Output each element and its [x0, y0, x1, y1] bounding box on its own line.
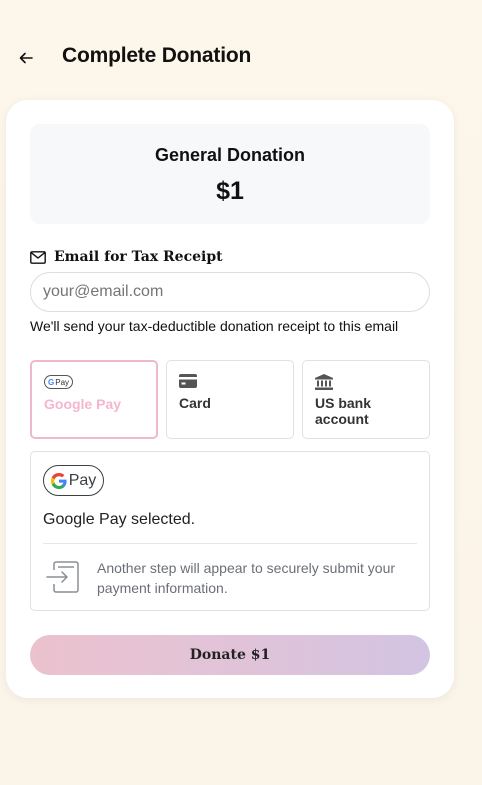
donation-amount: $1 [216, 177, 244, 205]
payment-methods: G Pay Google Pay Card US bank account [30, 360, 430, 439]
payment-method-card[interactable]: Card [166, 360, 294, 439]
email-field[interactable] [30, 272, 430, 312]
google-pay-badge-text: Pay [68, 471, 97, 489]
google-pay-panel: Pay Google Pay selected. Another step wi… [30, 451, 430, 611]
envelope-icon [30, 250, 46, 264]
email-label: Email for Tax Receipt [54, 249, 223, 265]
donation-type: General Donation [154, 145, 306, 165]
back-button[interactable] [14, 46, 38, 70]
donate-button[interactable]: Donate $1 [30, 635, 430, 675]
payment-method-label: US bank account [315, 395, 372, 427]
donation-card: General Donation $1 Email for Tax Receip… [6, 100, 454, 698]
bank-icon [315, 374, 333, 390]
payment-method-label: Google Pay [44, 396, 122, 412]
header: Complete Donation [0, 0, 482, 116]
page-title: Complete Donation [62, 44, 252, 67]
redirect-icon [46, 561, 79, 593]
google-g-icon [50, 472, 67, 489]
payment-method-bank[interactable]: US bank account [302, 360, 430, 439]
payment-method-label: Card [179, 395, 211, 411]
payment-method-google-pay[interactable]: G Pay Google Pay [30, 360, 158, 439]
redirect-info-text: Another step will appear to securely sub… [97, 560, 396, 596]
arrow-left-icon [19, 52, 33, 64]
google-pay-selected-text: Google Pay selected. [43, 511, 196, 528]
divider [43, 543, 417, 544]
email-help-text: We'll send your tax-deductible donation … [30, 318, 399, 334]
card-icon [179, 374, 197, 388]
google-pay-icon: G Pay [44, 375, 74, 389]
google-pay-badge: Pay [43, 465, 104, 496]
donation-summary: General Donation $1 [30, 124, 430, 224]
email-label-row: Email for Tax Receipt [30, 247, 223, 267]
